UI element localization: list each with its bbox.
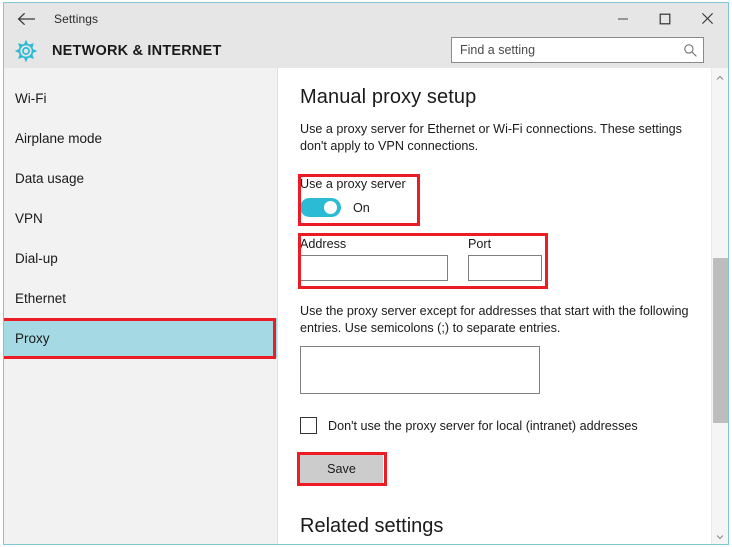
main-panel: Manual proxy setup Use a proxy server fo…	[278, 68, 728, 544]
sidebar-item-vpn[interactable]: VPN	[4, 198, 277, 238]
proxy-toggle-state: On	[353, 200, 370, 215]
minimize-button[interactable]	[602, 3, 644, 34]
sidebar-item-label: VPN	[15, 210, 43, 226]
sidebar-item-label: Airplane mode	[15, 130, 103, 146]
back-button[interactable]	[4, 3, 48, 34]
scrollbar-thumb[interactable]	[713, 258, 728, 423]
search-input[interactable]	[452, 37, 677, 63]
window-title: Settings	[54, 11, 99, 26]
chevron-up-icon	[716, 68, 724, 86]
address-input[interactable]	[300, 255, 448, 281]
sidebar-item-label: Data usage	[15, 170, 85, 186]
sidebar: Wi-Fi Airplane mode Data usage VPN Dial-…	[4, 68, 278, 544]
maximize-icon	[659, 13, 671, 25]
address-port-group: Address Port	[298, 233, 548, 289]
sidebar-item-dial-up[interactable]: Dial-up	[4, 238, 277, 278]
proxy-toggle-row: On	[300, 198, 420, 217]
proxy-toggle-label: Use a proxy server	[300, 177, 406, 191]
port-input[interactable]	[468, 255, 542, 281]
sidebar-item-label: Wi-Fi	[15, 90, 47, 106]
title-bar: Settings	[4, 3, 728, 34]
settings-window: Settings NETWORK & INTERNET Find a setti…	[3, 2, 729, 545]
sidebar-item-label: Proxy	[15, 330, 50, 346]
scroll-down-button[interactable]	[712, 527, 728, 544]
back-arrow-icon	[17, 12, 36, 26]
sidebar-item-label: Dial-up	[15, 250, 58, 266]
toggle-knob	[324, 201, 337, 214]
port-field-group: Port	[468, 237, 542, 281]
address-field-group: Address	[300, 237, 448, 281]
address-label: Address	[300, 237, 347, 251]
scroll-up-button[interactable]	[712, 68, 728, 85]
save-button[interactable]: Save	[300, 455, 383, 483]
page-title: NETWORK & INTERNET	[52, 43, 222, 59]
vertical-scrollbar[interactable]	[711, 68, 728, 544]
save-button-group: Save	[297, 452, 387, 486]
gear-icon	[4, 40, 48, 62]
chevron-down-icon	[716, 527, 724, 545]
proxy-toggle-switch[interactable]	[300, 198, 341, 217]
proxy-toggle-group: Use a proxy server On	[298, 174, 420, 226]
local-addresses-checkbox-row[interactable]: Don't use the proxy server for local (in…	[300, 417, 728, 434]
local-addresses-label: Don't use the proxy server for local (in…	[328, 418, 638, 433]
maximize-button[interactable]	[644, 3, 686, 34]
related-settings-heading: Related settings	[300, 515, 444, 537]
sidebar-item-airplane-mode[interactable]: Airplane mode	[4, 118, 277, 158]
search-box[interactable]	[451, 37, 704, 63]
exceptions-input[interactable]	[300, 346, 540, 394]
minimize-icon	[617, 13, 629, 25]
port-label: Port	[468, 237, 492, 251]
sidebar-item-proxy[interactable]: Proxy	[4, 318, 277, 358]
window-controls	[602, 3, 728, 34]
content-area: Wi-Fi Airplane mode Data usage VPN Dial-…	[4, 68, 728, 544]
section-heading: Manual proxy setup	[300, 86, 477, 108]
sidebar-item-ethernet[interactable]: Ethernet	[4, 278, 277, 318]
close-icon	[701, 12, 714, 25]
close-button[interactable]	[686, 3, 728, 34]
page-header: NETWORK & INTERNET	[4, 34, 728, 68]
sidebar-item-data-usage[interactable]: Data usage	[4, 158, 277, 198]
sidebar-item-wifi[interactable]: Wi-Fi	[4, 78, 277, 118]
local-addresses-checkbox[interactable]	[300, 417, 317, 434]
search-icon	[677, 43, 703, 58]
sidebar-item-label: Ethernet	[15, 290, 67, 306]
exceptions-description: Use the proxy server except for addresse…	[300, 304, 689, 335]
section-description: Use a proxy server for Ethernet or Wi-Fi…	[300, 122, 682, 153]
